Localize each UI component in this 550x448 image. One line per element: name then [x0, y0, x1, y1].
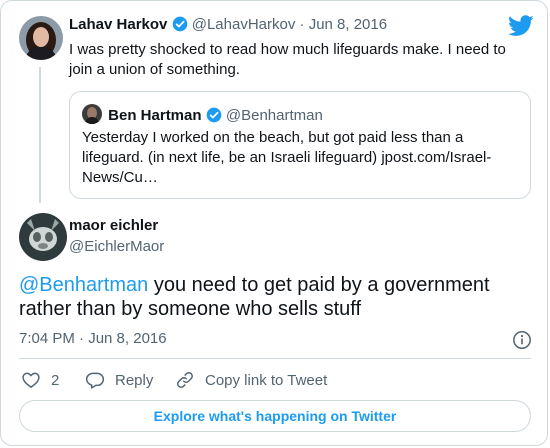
reply-bubble-icon: [85, 372, 105, 389]
copy-link-button[interactable]: Copy link to Tweet: [175, 370, 327, 390]
divider: [19, 358, 531, 359]
thread-connector-line: [39, 67, 41, 203]
heart-icon: [22, 372, 40, 388]
explore-twitter-button[interactable]: Explore what's happening on Twitter: [19, 400, 531, 432]
twitter-bird-icon[interactable]: [508, 15, 534, 42]
main-tweet-text: @Benhartman you need to get paid by a go…: [19, 273, 529, 321]
parent-tweet-date[interactable]: Jun 8, 2016: [309, 16, 387, 33]
parent-tweet-text: I was pretty shocked to read how much li…: [69, 41, 506, 78]
avatar-ben-hartman: [82, 104, 102, 124]
quoted-tweet-text: Yesterday I worked on the beach, but got…: [82, 129, 492, 186]
verified-badge-icon: [206, 107, 222, 127]
tweet-timestamp[interactable]: 7:04 PM · Jun 8, 2016: [19, 330, 167, 347]
reply-button[interactable]: Reply: [85, 370, 153, 390]
parent-author-handle[interactable]: @LahavHarkov: [192, 16, 296, 33]
quoted-tweet-card[interactable]: Ben Hartman @Benhartman Yesterday I work…: [69, 91, 531, 199]
parent-tweet-header: Lahav Harkov @LahavHarkov · Jun 8, 2016: [69, 16, 387, 36]
quoted-author-name: Ben Hartman: [108, 107, 202, 124]
link-icon: [177, 372, 193, 388]
parent-author-name[interactable]: Lahav Harkov: [69, 16, 167, 33]
info-icon[interactable]: [512, 330, 532, 355]
quoted-author-handle: @Benhartman: [225, 107, 323, 124]
avatar-lahav-harkov[interactable]: [19, 16, 63, 60]
like-count: 2: [51, 371, 60, 389]
avatar-maor-eichler[interactable]: [19, 213, 67, 261]
dot-separator: ·: [299, 16, 305, 33]
tweet-embed-card: Lahav Harkov @LahavHarkov · Jun 8, 2016 …: [0, 0, 548, 446]
quoted-tweet-header: Ben Hartman @Benhartman: [82, 104, 323, 127]
copy-link-label: Copy link to Tweet: [205, 371, 328, 389]
like-button[interactable]: 2: [21, 370, 59, 390]
main-author-name[interactable]: maor eichler: [69, 217, 158, 234]
main-author-handle[interactable]: @EichlerMaor: [69, 238, 164, 255]
verified-badge-icon: [172, 16, 188, 36]
mention-link[interactable]: @Benhartman: [19, 274, 148, 296]
reply-label: Reply: [115, 371, 154, 389]
